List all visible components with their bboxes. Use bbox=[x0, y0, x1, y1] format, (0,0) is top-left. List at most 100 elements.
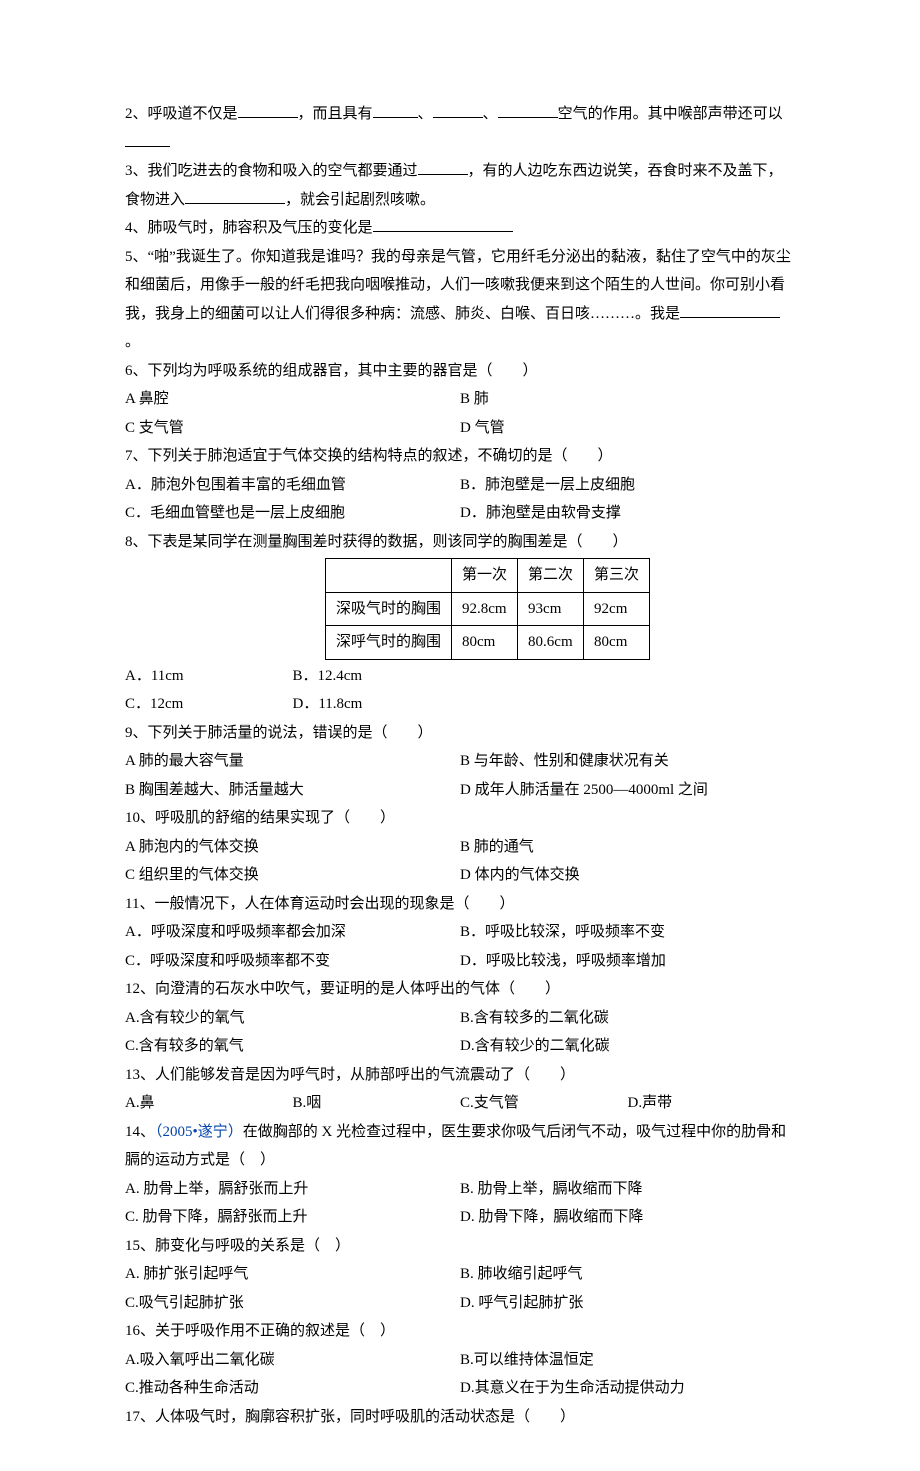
question-3: 3、我们吃进去的食物和吸入的空气都要通过，有的人边吃东西边说笑，吞食时来不及盖下… bbox=[125, 157, 795, 214]
option-a: A. 肺扩张引起呼气 bbox=[125, 1260, 460, 1289]
option-a: A 肺泡内的气体交换 bbox=[125, 833, 460, 862]
option-a: A. 肋骨上举，膈舒张而上升 bbox=[125, 1175, 460, 1204]
table-row: 深吸气时的胸围 92.8cm 93cm 92cm bbox=[326, 592, 650, 626]
option-c: C 支气管 bbox=[125, 414, 460, 443]
option-d: D．11.8cm bbox=[293, 690, 461, 719]
q2-text: ，而且具有 bbox=[298, 106, 373, 122]
option-d: D 体内的气体交换 bbox=[460, 861, 795, 890]
source-link[interactable]: （2005•遂宁） bbox=[155, 1124, 243, 1140]
table-row: 第一次 第二次 第三次 bbox=[326, 559, 650, 593]
option-a: A 鼻腔 bbox=[125, 385, 460, 414]
question-8-stem: 8、下表是某同学在测量胸围差时获得的数据，则该同学的胸围差是（ ） bbox=[125, 528, 795, 557]
question-7-options: A．肺泡外包围着丰富的毛细血管 B．肺泡壁是一层上皮细胞 C．毛细血管壁也是一层… bbox=[125, 471, 795, 528]
blank bbox=[498, 102, 558, 118]
option-c: C.支气管 bbox=[460, 1089, 628, 1118]
table-cell: 92.8cm bbox=[452, 592, 518, 626]
question-16-stem: 16、关于呼吸作用不正确的叙述是（ ） bbox=[125, 1317, 795, 1346]
question-2: 2、呼吸道不仅是 ，而且具有 、 、 空气的作用。其中喉部声带还可以 bbox=[125, 100, 795, 157]
question-13-stem: 13、人们能够发音是因为呼气时，从肺部呼出的气流震动了（ ） bbox=[125, 1061, 795, 1090]
question-9-options: A 肺的最大容气量 B 与年龄、性别和健康状况有关 B 胸围差越大、肺活量越大 … bbox=[125, 747, 795, 804]
option-a: A 肺的最大容气量 bbox=[125, 747, 460, 776]
blank bbox=[680, 302, 780, 318]
table-cell: 80cm bbox=[584, 626, 650, 660]
option-a: A.鼻 bbox=[125, 1089, 293, 1118]
table-row: 深呼气时的胸围 80cm 80.6cm 80cm bbox=[326, 626, 650, 660]
question-11-options: A．呼吸深度和呼吸频率都会加深 B．呼吸比较深，呼吸频率不变 C．呼吸深度和呼吸… bbox=[125, 918, 795, 975]
option-b: B 肺 bbox=[460, 385, 795, 414]
option-c: C.含有较多的氧气 bbox=[125, 1032, 460, 1061]
q3-text: ，就会引起剧烈咳嗽。 bbox=[285, 192, 435, 208]
table-header: 第二次 bbox=[518, 559, 584, 593]
option-c: C．毛细血管壁也是一层上皮细胞 bbox=[125, 499, 460, 528]
table-header bbox=[326, 559, 452, 593]
option-d: D．呼吸比较浅，呼吸频率增加 bbox=[460, 947, 795, 976]
option-b: B 肺的通气 bbox=[460, 833, 795, 862]
q14-pre: 14、 bbox=[125, 1124, 155, 1140]
question-8-options: A．11cm B．12.4cm C．12cm D．11.8cm bbox=[125, 662, 460, 719]
question-16-options: A.吸入氧呼出二氧化碳 B.可以维持体温恒定 C.推动各种生命活动 D.其意义在… bbox=[125, 1346, 795, 1403]
question-6-options: A 鼻腔 B 肺 C 支气管 D 气管 bbox=[125, 385, 795, 442]
question-10-stem: 10、呼吸肌的舒缩的结果实现了（ ） bbox=[125, 804, 795, 833]
blank bbox=[373, 102, 418, 118]
row-label: 深吸气时的胸围 bbox=[326, 592, 452, 626]
question-14-stem: 14、（2005•遂宁）在做胸部的 X 光检查过程中，医生要求你吸气后闭气不动，… bbox=[125, 1118, 795, 1175]
blank bbox=[418, 159, 468, 175]
blank bbox=[433, 102, 483, 118]
row-label: 深呼气时的胸围 bbox=[326, 626, 452, 660]
q2-text: 、 bbox=[418, 106, 433, 122]
option-c: C. 肋骨下降，膈舒张而上升 bbox=[125, 1203, 460, 1232]
q4-text: 4、肺吸气时，肺容积及气压的变化是 bbox=[125, 220, 373, 236]
question-13-options: A.鼻 B.咽 C.支气管 D.声带 bbox=[125, 1089, 795, 1118]
table-header: 第一次 bbox=[452, 559, 518, 593]
question-12-options: A.含有较少的氧气 B.含有较多的二氧化碳 C.含有较多的氧气 D.含有较少的二… bbox=[125, 1004, 795, 1061]
q8-data-table: 第一次 第二次 第三次 深吸气时的胸围 92.8cm 93cm 92cm 深呼气… bbox=[325, 558, 650, 660]
option-a: A.含有较少的氧气 bbox=[125, 1004, 460, 1033]
question-15-stem: 15、肺变化与呼吸的关系是（ ） bbox=[125, 1232, 795, 1261]
option-b: B.可以维持体温恒定 bbox=[460, 1346, 795, 1375]
option-d: D.其意义在于为生命活动提供动力 bbox=[460, 1374, 795, 1403]
table-cell: 92cm bbox=[584, 592, 650, 626]
question-7-stem: 7、下列关于肺泡适宜于气体交换的结构特点的叙述，不确切的是（ ） bbox=[125, 442, 795, 471]
option-d: D. 肋骨下降，膈收缩而下降 bbox=[460, 1203, 795, 1232]
table-header: 第三次 bbox=[584, 559, 650, 593]
option-c: C 组织里的气体交换 bbox=[125, 861, 460, 890]
option-b: B.咽 bbox=[293, 1089, 461, 1118]
option-d: D.含有较少的二氧化碳 bbox=[460, 1032, 795, 1061]
option-b: B．肺泡壁是一层上皮细胞 bbox=[460, 471, 795, 500]
option-a: A．呼吸深度和呼吸频率都会加深 bbox=[125, 918, 460, 947]
option-b: B．12.4cm bbox=[293, 662, 461, 691]
q5-text: 。 bbox=[125, 334, 140, 350]
option-d: D. 呼气引起肺扩张 bbox=[460, 1289, 795, 1318]
q2-text: 2、呼吸道不仅是 bbox=[125, 106, 238, 122]
question-6-stem: 6、下列均为呼吸系统的组成器官，其中主要的器官是（ ） bbox=[125, 357, 795, 386]
question-10-options: A 肺泡内的气体交换 B 肺的通气 C 组织里的气体交换 D 体内的气体交换 bbox=[125, 833, 795, 890]
question-12-stem: 12、向澄清的石灰水中吹气，要证明的是人体呼出的气体（ ） bbox=[125, 975, 795, 1004]
q2-text: 空气的作用。其中喉部声带还可以 bbox=[558, 106, 783, 122]
blank bbox=[373, 216, 513, 232]
question-5: 5、“啪”我诞生了。你知道我是谁吗？我的母亲是气管，它用纤毛分泌出的黏液，黏住了… bbox=[125, 243, 795, 357]
question-11-stem: 11、一般情况下，人在体育运动时会出现的现象是（ ） bbox=[125, 890, 795, 919]
question-9-stem: 9、下列关于肺活量的说法，错误的是（ ） bbox=[125, 719, 795, 748]
table-cell: 80cm bbox=[452, 626, 518, 660]
option-b: B.含有较多的二氧化碳 bbox=[460, 1004, 795, 1033]
q3-text: 3、我们吃进去的食物和吸入的空气都要通过 bbox=[125, 163, 418, 179]
option-b: B 与年龄、性别和健康状况有关 bbox=[460, 747, 795, 776]
blank bbox=[185, 188, 285, 204]
option-d: D．肺泡壁是由软骨支撑 bbox=[460, 499, 795, 528]
option-c: C．呼吸深度和呼吸频率都不变 bbox=[125, 947, 460, 976]
option-a: A．肺泡外包围着丰富的毛细血管 bbox=[125, 471, 460, 500]
option-b: B．呼吸比较深，呼吸频率不变 bbox=[460, 918, 795, 947]
question-14-options: A. 肋骨上举，膈舒张而上升 B. 肋骨上举，膈收缩而下降 C. 肋骨下降，膈舒… bbox=[125, 1175, 795, 1232]
option-b: B. 肋骨上举，膈收缩而下降 bbox=[460, 1175, 795, 1204]
option-c: C.吸气引起肺扩张 bbox=[125, 1289, 460, 1318]
option-c: C．12cm bbox=[125, 690, 293, 719]
table-cell: 80.6cm bbox=[518, 626, 584, 660]
q2-text: 、 bbox=[483, 106, 498, 122]
blank bbox=[125, 131, 170, 147]
question-17-stem: 17、人体吸气时，胸廓容积扩张，同时呼吸肌的活动状态是（ ） bbox=[125, 1403, 795, 1432]
option-b: B. 肺收缩引起呼气 bbox=[460, 1260, 795, 1289]
option-a: A．11cm bbox=[125, 662, 293, 691]
question-15-options: A. 肺扩张引起呼气 B. 肺收缩引起呼气 C.吸气引起肺扩张 D. 呼气引起肺… bbox=[125, 1260, 795, 1317]
blank bbox=[238, 102, 298, 118]
question-4: 4、肺吸气时，肺容积及气压的变化是 bbox=[125, 214, 795, 243]
